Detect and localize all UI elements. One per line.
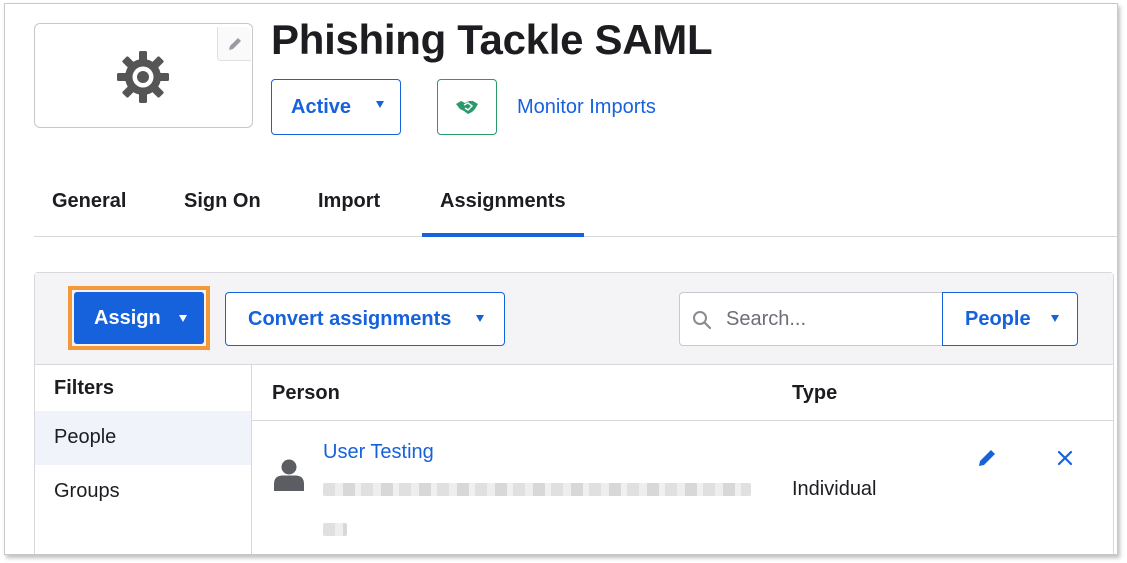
edit-pencil-icon[interactable] [976,447,998,469]
filter-groups[interactable]: Groups [35,465,251,519]
filters-sidebar: Filters People Groups [35,365,252,554]
column-header-type: Type [792,382,838,404]
tab-general[interactable]: General [34,179,144,237]
status-dropdown[interactable]: Active [271,79,401,135]
search-input[interactable] [726,293,936,345]
assign-label: Assign [94,306,161,329]
convert-assignments-label: Convert assignments [248,307,452,330]
type-cell: Individual [792,478,877,500]
redacted-detail [323,523,347,536]
assignments-panel: Assign Convert assignments People Filter… [34,272,1114,554]
caret-down-icon [179,315,187,322]
tab-sign-on[interactable]: Sign On [166,179,279,237]
edit-logo-button[interactable] [217,27,251,61]
search-scope-label: People [965,307,1031,330]
monitor-imports-icon-button[interactable] [437,79,497,135]
monitor-imports-link[interactable]: Monitor Imports [517,96,656,119]
search-field[interactable] [679,292,943,346]
table-row: User Testing Individual [252,421,1113,554]
tab-import[interactable]: Import [300,179,398,237]
assign-button[interactable]: Assign [74,292,204,344]
search-scope-dropdown[interactable]: People [942,292,1078,346]
page-title: Phishing Tackle SAML [271,16,713,63]
filters-heading: Filters [54,377,115,399]
status-label: Active [291,95,352,118]
user-name-link[interactable]: User Testing [323,441,434,464]
app-logo [34,23,253,128]
convert-assignments-button[interactable]: Convert assignments [225,292,505,346]
column-header-person: Person [272,382,340,404]
search-icon [693,311,712,330]
person-icon [274,459,304,491]
handshake-icon [456,101,478,114]
caret-down-icon [376,101,384,108]
caret-down-icon [476,315,484,322]
gear-icon [117,51,169,103]
caret-down-icon [1051,315,1059,322]
filter-people[interactable]: People [35,411,251,465]
pencil-icon [228,37,241,50]
tab-assignments[interactable]: Assignments [422,179,584,237]
table-header: Person Type [252,365,1113,421]
redacted-email [323,483,751,496]
assignments-toolbar: Assign Convert assignments People [35,273,1113,365]
remove-x-icon[interactable] [1055,448,1075,468]
app-window: Phishing Tackle SAML Active Monitor Impo… [4,3,1118,555]
tab-bar: General Sign On Import Assignments [34,179,1117,237]
